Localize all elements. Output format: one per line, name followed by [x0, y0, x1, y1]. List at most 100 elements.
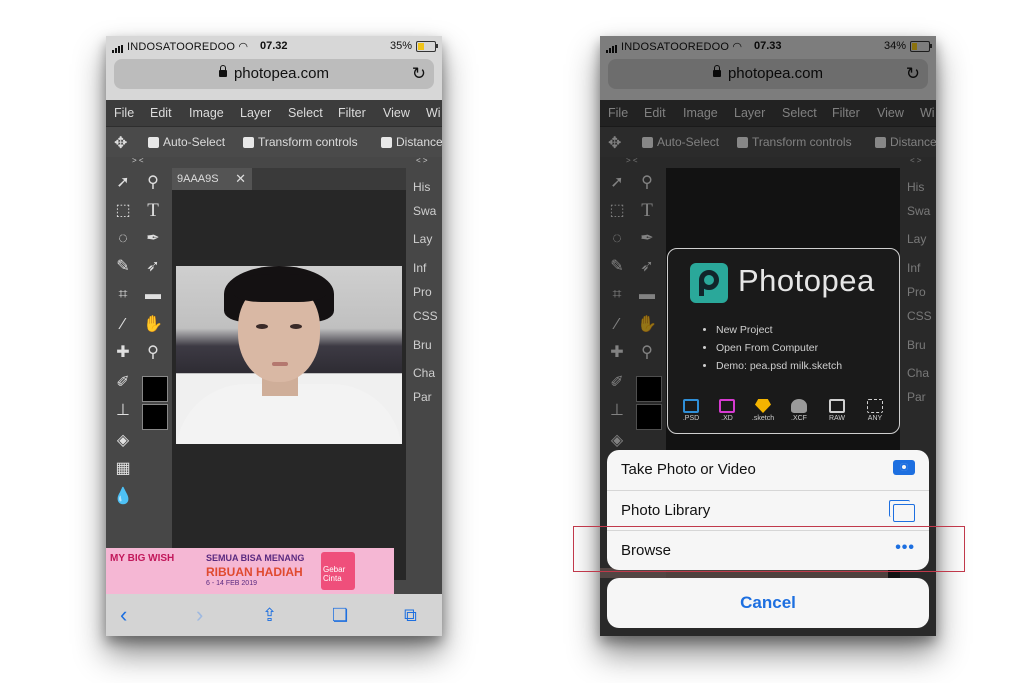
blur-icon[interactable]: 💧: [112, 486, 134, 508]
close-icon[interactable]: ✕: [235, 168, 246, 190]
format-any[interactable]: ANY: [862, 399, 888, 422]
panel-info[interactable]: Inf: [413, 261, 426, 275]
panel-paragraph[interactable]: Par: [413, 390, 432, 404]
stamp-icon[interactable]: ⊥: [112, 400, 134, 422]
photo-library-option[interactable]: Photo Library: [607, 490, 929, 531]
battery-percent: 35%: [389, 40, 412, 52]
magic-wand-icon[interactable]: ⚲: [142, 172, 164, 194]
brush-icon[interactable]: ✎: [112, 256, 134, 278]
menu-select[interactable]: Select: [288, 106, 323, 120]
ad-line3: 6 - 14 FEB 2019: [206, 580, 257, 587]
panels-column: His Swa Lay Inf Pro CSS Bru Cha Par: [406, 168, 442, 580]
psd-icon: [683, 399, 699, 413]
bookmarks-icon[interactable]: ❏: [332, 605, 348, 626]
tabs-icon[interactable]: ⧉: [404, 605, 417, 626]
start-links: New Project Open From Computer Demo: pea…: [698, 321, 842, 375]
marquee-icon[interactable]: ⬚: [112, 200, 134, 222]
open-from-computer-link[interactable]: Open From Computer: [716, 339, 842, 357]
safari-toolbar: ‹ › ⇪ ❏ ⧉: [106, 594, 442, 636]
panel-properties[interactable]: Pro: [413, 285, 432, 299]
healing-icon[interactable]: ✚: [112, 342, 134, 364]
camera-icon: [829, 399, 845, 413]
auto-select-checkbox[interactable]: Auto-Select: [148, 135, 225, 149]
cancel-button[interactable]: Cancel: [607, 578, 929, 628]
xd-icon: [719, 399, 735, 413]
paintbrush-icon[interactable]: ✐: [112, 372, 134, 394]
menu-view[interactable]: View: [383, 106, 410, 120]
document-tab[interactable]: 9AAA9S ✕: [172, 168, 252, 190]
sketch-icon: [755, 399, 771, 413]
foreground-color-swatch[interactable]: [142, 376, 168, 402]
status-bar: INDOSATOOREDOO ◠ 07.32 35%: [106, 36, 442, 56]
panel-brush[interactable]: Bru: [413, 338, 432, 352]
menu-file[interactable]: File: [114, 106, 134, 120]
ad-logo: MY BIG WISH: [110, 553, 175, 564]
menu-window[interactable]: Wi: [426, 106, 441, 120]
pen-tool-icon[interactable]: ✒: [142, 228, 164, 250]
phone-left: INDOSATOOREDOO ◠ 07.32 35% photopea.com …: [106, 36, 442, 636]
format-xcf[interactable]: .XCF: [786, 399, 812, 422]
carrier-name: INDOSATOOREDOO: [127, 41, 236, 53]
format-list: .PSD .XD .sketch .XCF RAW ANY: [678, 399, 890, 429]
format-sketch[interactable]: .sketch: [750, 399, 776, 422]
format-raw[interactable]: RAW: [824, 399, 850, 422]
reload-icon[interactable]: ↻: [412, 59, 426, 89]
gradient-icon[interactable]: ▦: [112, 458, 134, 480]
signal-icon: [112, 41, 124, 53]
battery-icon: [416, 41, 438, 52]
ad-line2: RIBUAN HADIAH: [206, 565, 303, 579]
gift-icon: Gebar Cinta: [321, 552, 355, 590]
wifi-icon: ◠: [238, 41, 249, 53]
background-color-swatch[interactable]: [142, 404, 168, 430]
demo-links[interactable]: Demo: pea.psd milk.sketch: [716, 357, 842, 375]
panel-history[interactable]: His: [413, 180, 430, 194]
menu-edit[interactable]: Edit: [150, 106, 172, 120]
shape-icon[interactable]: ▬: [142, 284, 164, 306]
tools-panel: ➚ ⚲ ⬚ T ◌ ✒ ✎ ➶ ⌗ ▬ ⁄ ✋ ✚ ⚲ ✐ ⊥ ◈ ▦ 💧: [106, 168, 170, 580]
menu-image[interactable]: Image: [189, 106, 224, 120]
crop-icon[interactable]: ⌗: [112, 284, 134, 306]
url-text: photopea.com: [233, 65, 330, 82]
menu-layer[interactable]: Layer: [240, 106, 271, 120]
format-xd[interactable]: .XD: [714, 399, 740, 422]
forward-icon[interactable]: ›: [196, 602, 203, 628]
ad-banner[interactable]: MY BIG WISH SEMUA BISA MENANG RIBUAN HAD…: [106, 548, 394, 594]
panel-layers[interactable]: Lay: [413, 232, 432, 246]
path-select-icon[interactable]: ➶: [142, 256, 164, 278]
panel-css[interactable]: CSS: [413, 309, 438, 323]
back-icon[interactable]: ‹: [120, 602, 127, 628]
move-tool-icon[interactable]: ✥: [114, 133, 127, 153]
distance-checkbox[interactable]: Distance: [381, 135, 442, 149]
type-tool-icon[interactable]: T: [142, 200, 164, 222]
lasso-icon[interactable]: ◌: [112, 228, 134, 250]
camera-icon: [893, 460, 915, 475]
eyedropper-icon[interactable]: ⁄: [112, 314, 134, 336]
highlight-box: [573, 526, 965, 572]
any-format-icon: [867, 399, 883, 413]
document-canvas-area: 9AAA9S ✕: [172, 168, 406, 580]
options-bar: ✥ Auto-Select Transform controls Distanc…: [106, 126, 442, 157]
lock-icon: [218, 65, 227, 77]
photopea-start-dialog: Photopea New Project Open From Computer …: [667, 248, 900, 434]
photo-library-icon: [889, 500, 915, 522]
format-psd[interactable]: .PSD: [678, 399, 704, 422]
transform-controls-checkbox[interactable]: Transform controls: [243, 135, 358, 149]
address-bar[interactable]: photopea.com ↻: [114, 59, 434, 89]
app-name: Photopea: [738, 263, 875, 298]
menu-bar: File Edit Image Layer Select Filter View…: [106, 100, 442, 126]
photopea-logo-icon: [690, 263, 728, 303]
menu-filter[interactable]: Filter: [338, 106, 366, 120]
collapse-toolbar-icon[interactable]: > <: [132, 156, 144, 165]
hand-icon[interactable]: ✋: [142, 314, 164, 336]
clock: 07.32: [260, 40, 288, 52]
xcf-icon: [791, 399, 807, 413]
take-photo-option[interactable]: Take Photo or Video: [607, 450, 929, 490]
panel-character[interactable]: Cha: [413, 366, 435, 380]
eraser-icon[interactable]: ◈: [112, 430, 134, 452]
new-project-link[interactable]: New Project: [716, 321, 842, 339]
move-tool-icon[interactable]: ➚: [112, 172, 134, 194]
share-icon[interactable]: ⇪: [262, 605, 277, 626]
zoom-icon[interactable]: ⚲: [142, 342, 164, 364]
panel-swatches[interactable]: Swa: [413, 204, 436, 218]
collapse-panels-icon[interactable]: < >: [416, 156, 428, 165]
